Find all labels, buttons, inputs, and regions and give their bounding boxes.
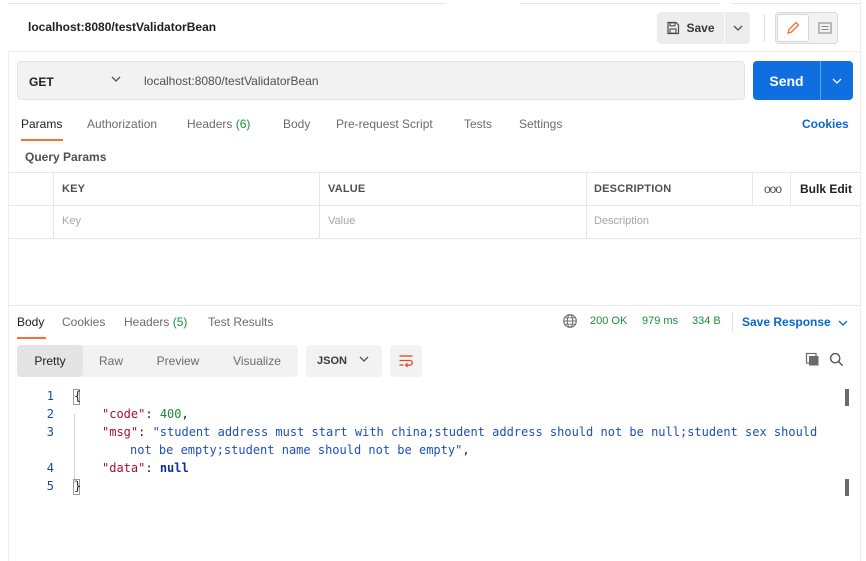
description-input[interactable]: Description [594, 215, 649, 227]
save-options-button[interactable] [725, 12, 750, 44]
divider [8, 305, 860, 306]
edit-icon [787, 21, 800, 34]
send-button[interactable]: Send [753, 61, 820, 100]
key-input[interactable]: Key [62, 215, 81, 227]
code-line-wrapped: not be empty;student name should not be … [130, 443, 470, 457]
more-options-button[interactable]: ooo [764, 182, 782, 196]
url-input[interactable]: localhost:8080/testValidatorBean [132, 61, 745, 100]
tab-pre-request-script[interactable]: Pre-request Script [336, 117, 433, 131]
column-header-value: VALUE [328, 183, 366, 195]
code-line: "code": 400, [102, 407, 189, 421]
active-tab-indicator [17, 337, 46, 339]
chevron-down-icon [832, 78, 842, 84]
indent-guide [74, 414, 75, 484]
tab-params[interactable]: Params [21, 117, 62, 131]
tab-settings[interactable]: Settings [519, 117, 562, 131]
headers-count: (6) [235, 117, 251, 131]
chevron-down-icon [838, 320, 848, 326]
document-icon [818, 22, 832, 34]
search-icon[interactable] [829, 352, 844, 367]
status-code[interactable]: 200 OK [590, 315, 627, 327]
scrollbar-marker[interactable] [845, 479, 849, 496]
chevron-down-icon [111, 76, 121, 82]
params-table: KEY VALUE DESCRIPTION ooo Bulk Edit Key … [8, 172, 860, 239]
chevron-down-icon [733, 25, 742, 31]
send-options-button[interactable] [821, 61, 853, 100]
tab-tests[interactable]: Tests [464, 117, 492, 131]
method-value: GET [29, 75, 54, 89]
table-row [8, 206, 860, 239]
view-mode-toggle[interactable] [775, 12, 838, 44]
save-response-button[interactable]: Save Response [742, 315, 848, 329]
close-brace: } [74, 479, 82, 493]
response-tab-body[interactable]: Body [17, 315, 44, 329]
documentation-button[interactable] [814, 15, 836, 41]
divider [732, 312, 733, 332]
method-select[interactable]: GET [17, 61, 133, 100]
view-preview[interactable]: Preview [147, 345, 209, 377]
chevron-down-icon [359, 356, 369, 362]
divider [860, 0, 861, 561]
tab-body[interactable]: Body [283, 117, 310, 131]
response-size[interactable]: 334 B [692, 315, 721, 327]
open-brace: { [74, 389, 82, 403]
active-tab-indicator [21, 139, 63, 141]
value-input[interactable]: Value [328, 215, 355, 227]
response-headers-count: (5) [172, 315, 188, 329]
url-value: localhost:8080/testValidatorBean [144, 74, 319, 88]
cookies-link[interactable]: Cookies [802, 117, 849, 131]
divider [8, 51, 860, 52]
column-header-key: KEY [62, 183, 86, 195]
save-label: Save [686, 21, 715, 35]
format-select[interactable]: JSON [306, 345, 382, 377]
save-icon [667, 21, 680, 35]
column-header-description: DESCRIPTION [594, 183, 672, 195]
line-number: 4 [46, 461, 54, 475]
tab-authorization[interactable]: Authorization [87, 117, 157, 131]
window-top-strip [0, 0, 866, 4]
response-tab-test-results[interactable]: Test Results [208, 315, 273, 329]
view-pretty[interactable]: Pretty [17, 345, 83, 377]
edit-mode-button[interactable] [777, 14, 809, 42]
view-raw[interactable]: Raw [91, 345, 131, 377]
globe-icon[interactable] [562, 313, 578, 329]
response-view-toggle[interactable]: Pretty Raw Preview Visualize [17, 345, 298, 377]
divider [764, 14, 765, 42]
save-button[interactable]: Save [657, 12, 724, 44]
view-visualize[interactable]: Visualize [225, 345, 289, 377]
response-time[interactable]: 979 ms [642, 315, 678, 327]
scrollbar-marker[interactable] [845, 389, 849, 406]
tab-headers[interactable]: Headers (6) [187, 117, 250, 131]
line-number: 5 [46, 479, 54, 493]
save-button-group[interactable]: Save [657, 12, 750, 44]
format-value: JSON [317, 355, 347, 367]
table-header-row [8, 173, 860, 206]
bulk-edit-button[interactable]: Bulk Edit [800, 182, 852, 196]
send-button-group[interactable]: Send [753, 61, 853, 100]
code-line: "data": null [102, 461, 189, 475]
wrap-lines-button[interactable] [390, 345, 422, 377]
response-tab-headers[interactable]: Headers (5) [124, 315, 187, 329]
wrap-lines-icon [399, 355, 413, 368]
code-line: "msg": "student address must start with … [102, 425, 818, 439]
line-number: 2 [46, 407, 54, 421]
line-number: 1 [46, 389, 54, 403]
response-tab-cookies[interactable]: Cookies [62, 315, 105, 329]
query-params-label: Query Params [25, 150, 107, 164]
request-title[interactable]: localhost:8080/testValidatorBean [28, 20, 216, 34]
line-number: 3 [46, 425, 54, 439]
copy-icon[interactable] [805, 352, 820, 367]
response-body-editor[interactable]: 1 2 3 4 5 { "code": 400, "msg": "student… [8, 388, 860, 561]
